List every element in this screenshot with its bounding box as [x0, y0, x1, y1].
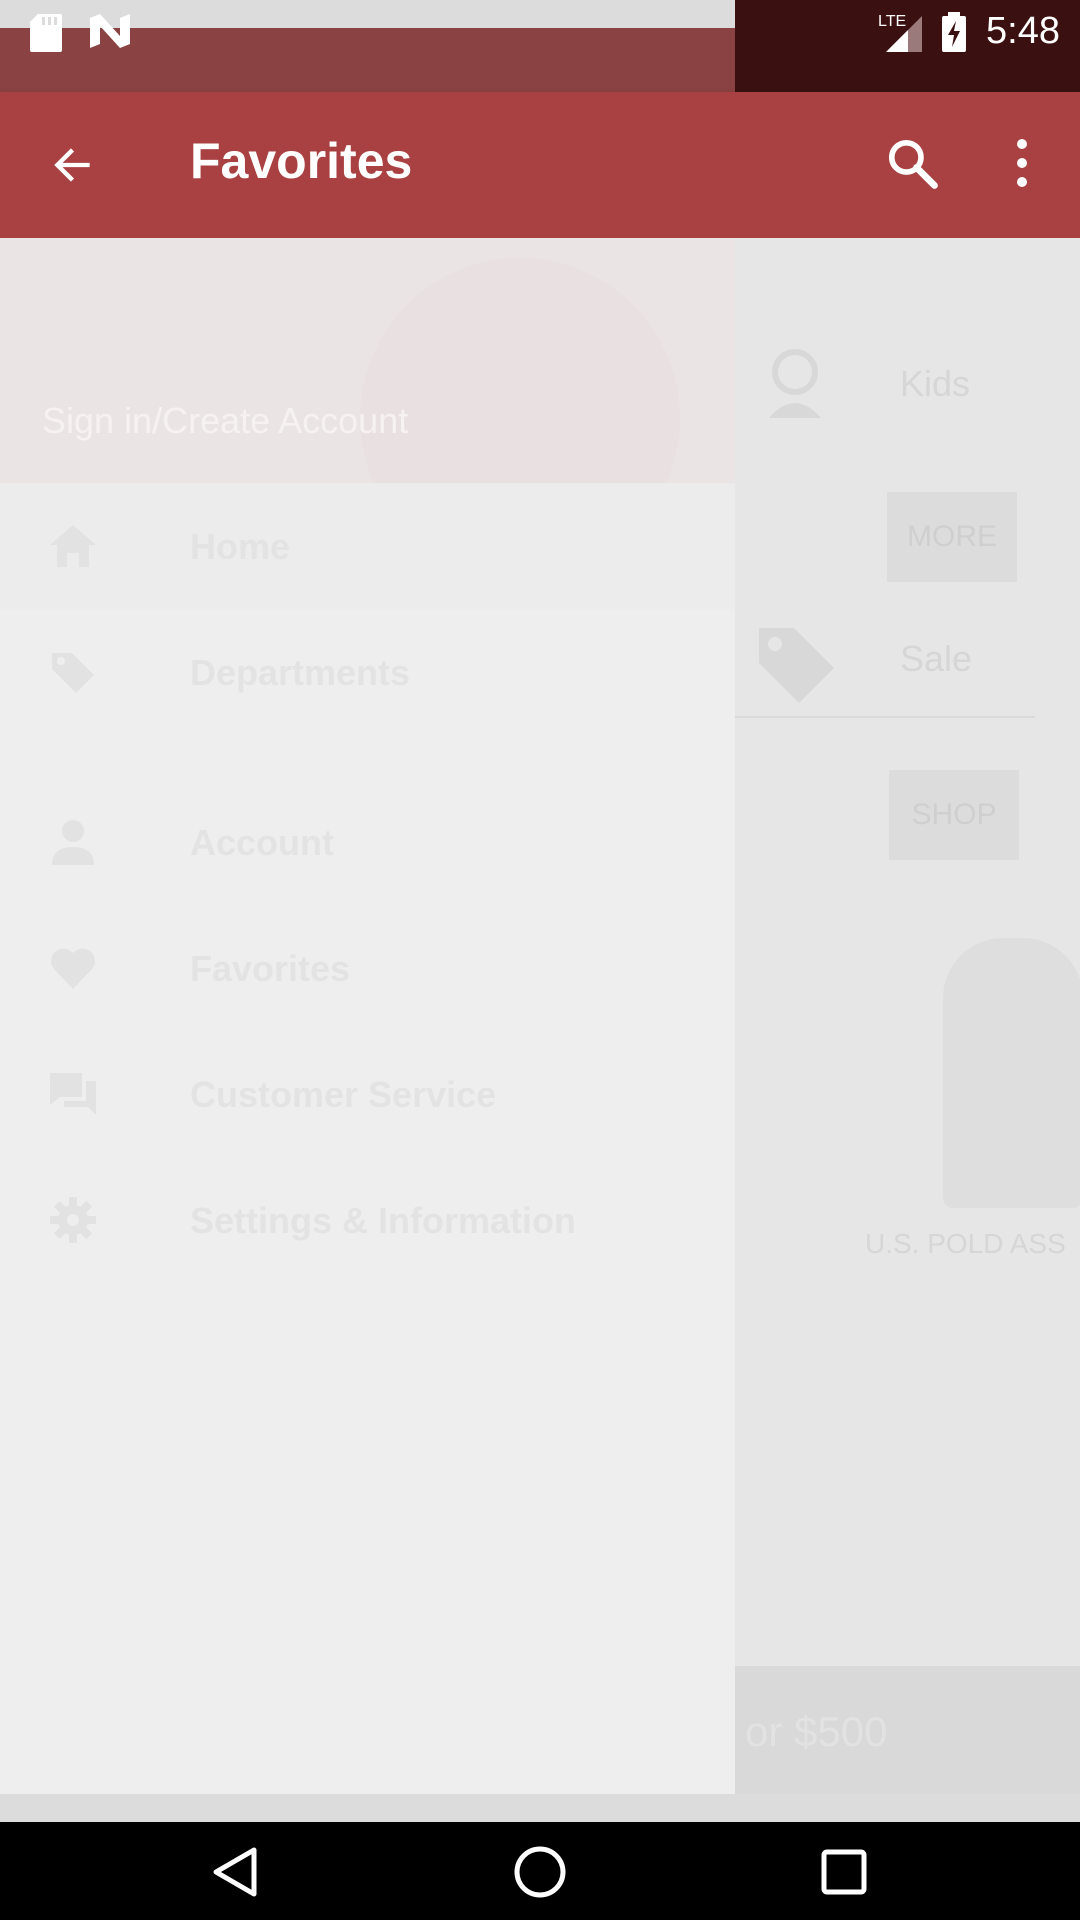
heart-icon	[51, 948, 95, 989]
drawer-header: Sign in/Create Account	[0, 238, 735, 483]
drawer-item-label: Favorites	[190, 948, 351, 989]
page-title: Favorites	[190, 133, 413, 189]
signal-icon: LTE	[878, 13, 923, 52]
person-icon	[52, 820, 94, 865]
more-vert-icon[interactable]	[1002, 136, 1042, 190]
network-label: LTE	[878, 13, 906, 30]
recents-square-icon[interactable]	[814, 1842, 874, 1902]
drawer-item-settings[interactable]: Settings & Information	[0, 1157, 735, 1283]
product-image	[943, 938, 1080, 1208]
status-bar: LTE 5:48	[0, 0, 1080, 92]
tag-icon	[52, 653, 94, 693]
drawer-spacer	[0, 735, 735, 779]
status-right-icons: LTE 5:48	[878, 10, 1060, 53]
bg-divider	[735, 716, 1035, 718]
bg-brand-text: U.S. POLD ASS	[865, 1228, 1066, 1259]
gear-icon	[50, 1197, 96, 1243]
drawer-item-account[interactable]: Account	[0, 779, 735, 905]
home-icon	[50, 525, 96, 567]
sd-card-icon	[30, 14, 62, 52]
drawer-item-customer-service[interactable]: Customer Service	[0, 1031, 735, 1157]
drawer-item-label: Departments	[190, 652, 411, 693]
bottom-strip	[0, 1794, 1080, 1822]
back-triangle-icon[interactable]	[206, 1842, 266, 1902]
battery-charging-icon	[942, 11, 967, 52]
bg-price-text: or $500	[745, 1708, 888, 1755]
drawer-item-label: Account	[190, 822, 334, 863]
sign-in-link[interactable]: Sign in/Create Account	[42, 400, 408, 442]
system-nav-bar	[0, 1822, 1080, 1920]
arrow-back-icon[interactable]	[48, 140, 98, 190]
drawer-item-favorites[interactable]: Favorites	[0, 905, 735, 1031]
navigation-drawer: Sign in/Create Account Home Departments …	[0, 238, 735, 1794]
drawer-item-label: Home	[190, 526, 291, 567]
bg-sale-label: Sale	[900, 638, 973, 679]
bg-kids-label: Kids	[900, 363, 971, 404]
drawer-item-label: Customer Service	[190, 1074, 497, 1115]
clock: 5:48	[986, 10, 1060, 52]
header-decoration	[360, 258, 680, 483]
bg-shop-button: SHOP	[889, 770, 1019, 860]
drawer-item-home[interactable]: Home	[0, 483, 735, 609]
drawer-menu: Home Departments Account Favorites Custo…	[0, 483, 735, 1283]
chat-icon	[50, 1073, 96, 1115]
search-icon[interactable]	[885, 136, 939, 190]
background-page: Kids MORE Sale SHOP U.S. POLD ASS or $50…	[735, 238, 1080, 1794]
drawer-item-departments[interactable]: Departments	[0, 609, 735, 735]
bg-more-button: MORE	[887, 492, 1017, 582]
kids-icon	[769, 349, 821, 418]
status-left-icons	[30, 14, 130, 52]
app-bar: Favorites	[0, 92, 1080, 238]
n-logo-icon	[90, 14, 130, 48]
home-circle-icon[interactable]	[510, 1842, 570, 1902]
drawer-item-label: Settings & Information	[190, 1200, 576, 1241]
sale-tag-icon	[759, 628, 834, 703]
